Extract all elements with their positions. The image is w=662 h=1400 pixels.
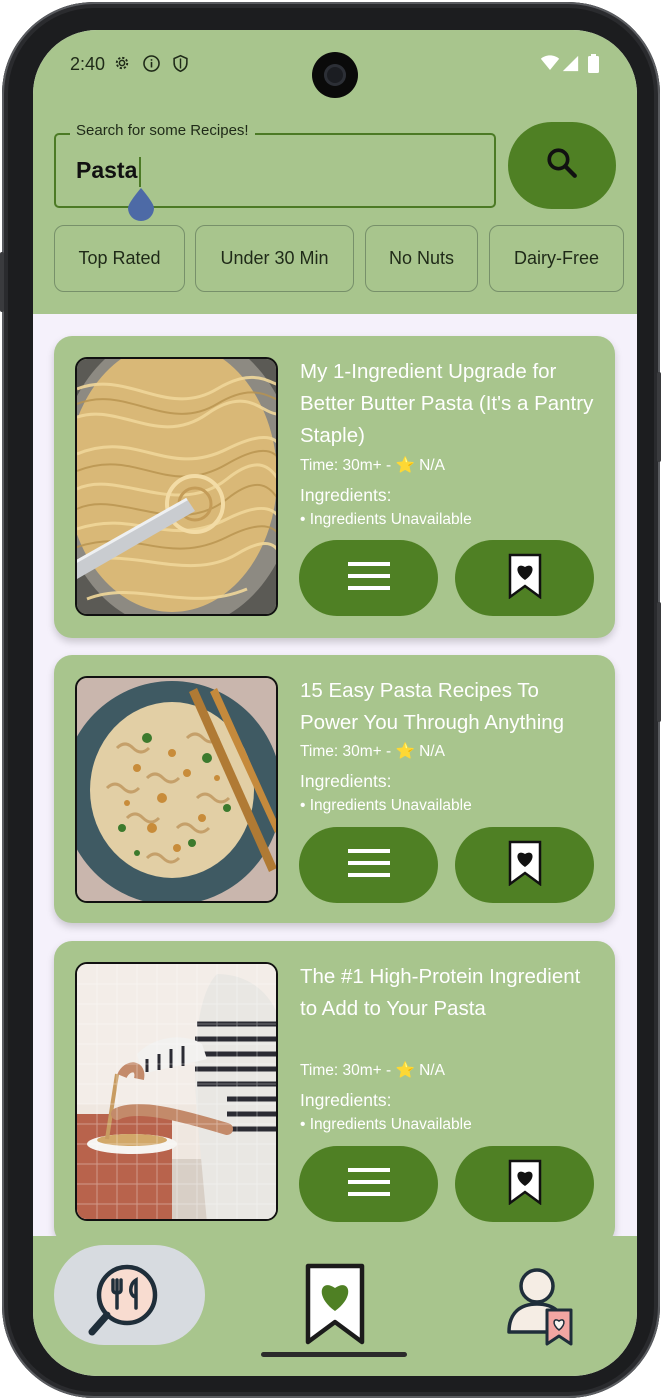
search-input[interactable]: Search for some Recipes! Pasta [54,122,496,221]
menu-icon [347,848,390,883]
nav-recipe-search[interactable] [54,1245,205,1345]
status-bar: 2:40 [33,30,637,102]
recipe-time-rating: Time: 30m+ - ⭐ N/A [300,1062,445,1079]
side-button [657,602,661,722]
settings-icon [113,54,131,77]
ingredients-heading: Ingredients: [300,1090,392,1110]
power-button [657,372,661,462]
bottom-navigation [33,1236,637,1376]
chip-dairy-free[interactable]: Dairy-Free [489,225,624,292]
recipe-time-rating: Time: 30m+ - ⭐ N/A [300,457,445,474]
chip-top-rated[interactable]: Top Rated [54,225,185,292]
save-favorite-button[interactable] [455,540,594,616]
favorites-bookmark-icon [304,1263,366,1350]
nav-profile[interactable] [507,1266,575,1351]
ingredients-list: • Ingredients Unavailable [300,511,472,528]
recipe-image[interactable] [75,357,278,616]
status-time: 2:40 [70,54,106,74]
app-screen: 2:40 Search for some Recipes! Pasta Top … [33,30,637,1376]
menu-icon [347,1167,390,1202]
wifi-icon [540,54,560,76]
recipe-search-icon [87,1260,163,1343]
filter-chips: Top Rated Under 30 Min No Nuts Dairy-Fre… [54,225,637,292]
recipe-title[interactable]: The #1 High-Protein Ingredient to Add to… [300,961,600,1025]
search-icon [545,146,579,185]
bookmark-heart-icon [508,1159,542,1210]
cursor-handle[interactable] [126,187,156,226]
recipe-image[interactable] [75,962,278,1221]
chip-no-nuts[interactable]: No Nuts [365,225,478,292]
recipe-card[interactable]: 15 Easy Pasta Recipes To Power You Throu… [54,655,615,923]
details-button[interactable] [299,540,438,616]
ingredients-list: • Ingredients Unavailable [300,1116,472,1133]
recipe-title[interactable]: My 1-Ingredient Upgrade for Better Butte… [300,356,600,452]
text-caret [139,157,141,187]
details-button[interactable] [299,1146,438,1222]
details-button[interactable] [299,827,438,903]
recipe-image[interactable] [75,676,278,903]
recipe-title[interactable]: 15 Easy Pasta Recipes To Power You Throu… [300,675,600,739]
search-header: Search for some Recipes! Pasta Top Rated… [33,102,637,314]
volume-button [0,252,4,312]
search-button[interactable] [508,122,616,209]
bookmark-heart-icon [508,553,542,604]
front-camera [312,52,358,98]
ingredients-heading: Ingredients: [300,771,392,791]
chip-under-30-min[interactable]: Under 30 Min [195,225,354,292]
battery-icon [588,54,599,78]
recipe-list[interactable]: My 1-Ingredient Upgrade for Better Butte… [33,314,637,1236]
recipe-card[interactable]: The #1 High-Protein Ingredient to Add to… [54,941,615,1236]
recipe-card[interactable]: My 1-Ingredient Upgrade for Better Butte… [54,336,615,638]
phone-frame: 2:40 Search for some Recipes! Pasta Top … [0,2,661,1398]
menu-icon [347,561,390,596]
profile-icon [507,1268,575,1350]
gesture-home-bar[interactable] [261,1352,407,1357]
search-query[interactable]: Pasta [76,157,137,184]
bookmark-heart-icon [508,840,542,891]
info-icon [142,54,161,78]
shield-icon [172,54,189,78]
nav-favorites[interactable] [304,1262,366,1351]
save-favorite-button[interactable] [455,827,594,903]
cell-signal-icon [562,55,579,77]
ingredients-list: • Ingredients Unavailable [300,797,472,814]
search-label: Search for some Recipes! [70,122,255,139]
recipe-time-rating: Time: 30m+ - ⭐ N/A [300,743,445,760]
save-favorite-button[interactable] [455,1146,594,1222]
ingredients-heading: Ingredients: [300,485,392,505]
